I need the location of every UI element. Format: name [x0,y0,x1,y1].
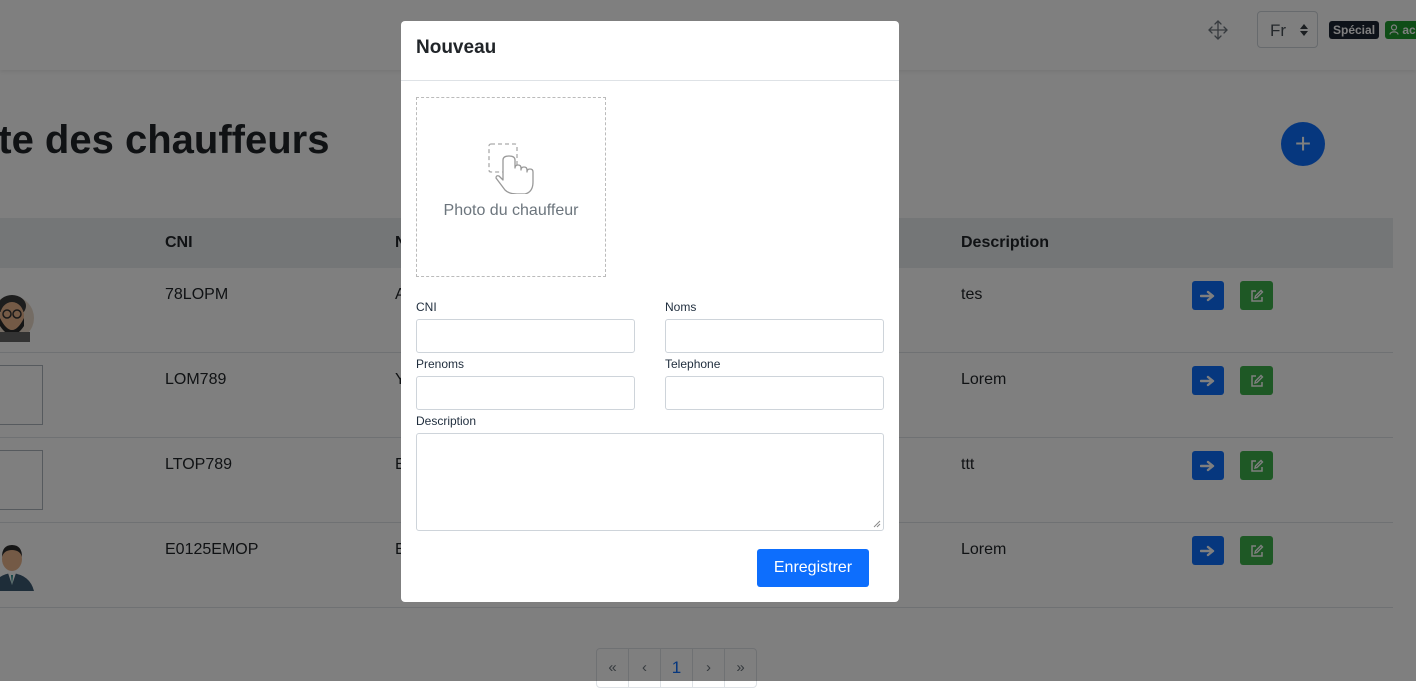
cni-label: CNI [416,300,437,314]
description-textarea[interactable] [416,433,884,531]
noms-label: Noms [665,300,697,314]
photo-upload-area[interactable]: Photo du chauffeur [416,97,606,277]
prenoms-label: Prenoms [416,357,465,371]
telephone-input[interactable] [665,376,884,410]
noms-input[interactable] [665,319,884,353]
photo-upload-label: Photo du chauffeur [443,202,579,219]
new-driver-modal: Nouveau Photo du chauffeur CNI Noms Pren… [401,21,899,602]
resize-grip-icon[interactable] [873,520,881,528]
tap-upload-icon [488,143,534,194]
cni-input[interactable] [416,319,635,353]
modal-title: Nouveau [416,37,497,58]
prenoms-input[interactable] [416,376,635,410]
telephone-label: Telephone [665,357,721,371]
modal-header: Nouveau [401,21,899,81]
description-label: Description [416,414,477,428]
save-button[interactable]: Enregistrer [757,549,869,587]
